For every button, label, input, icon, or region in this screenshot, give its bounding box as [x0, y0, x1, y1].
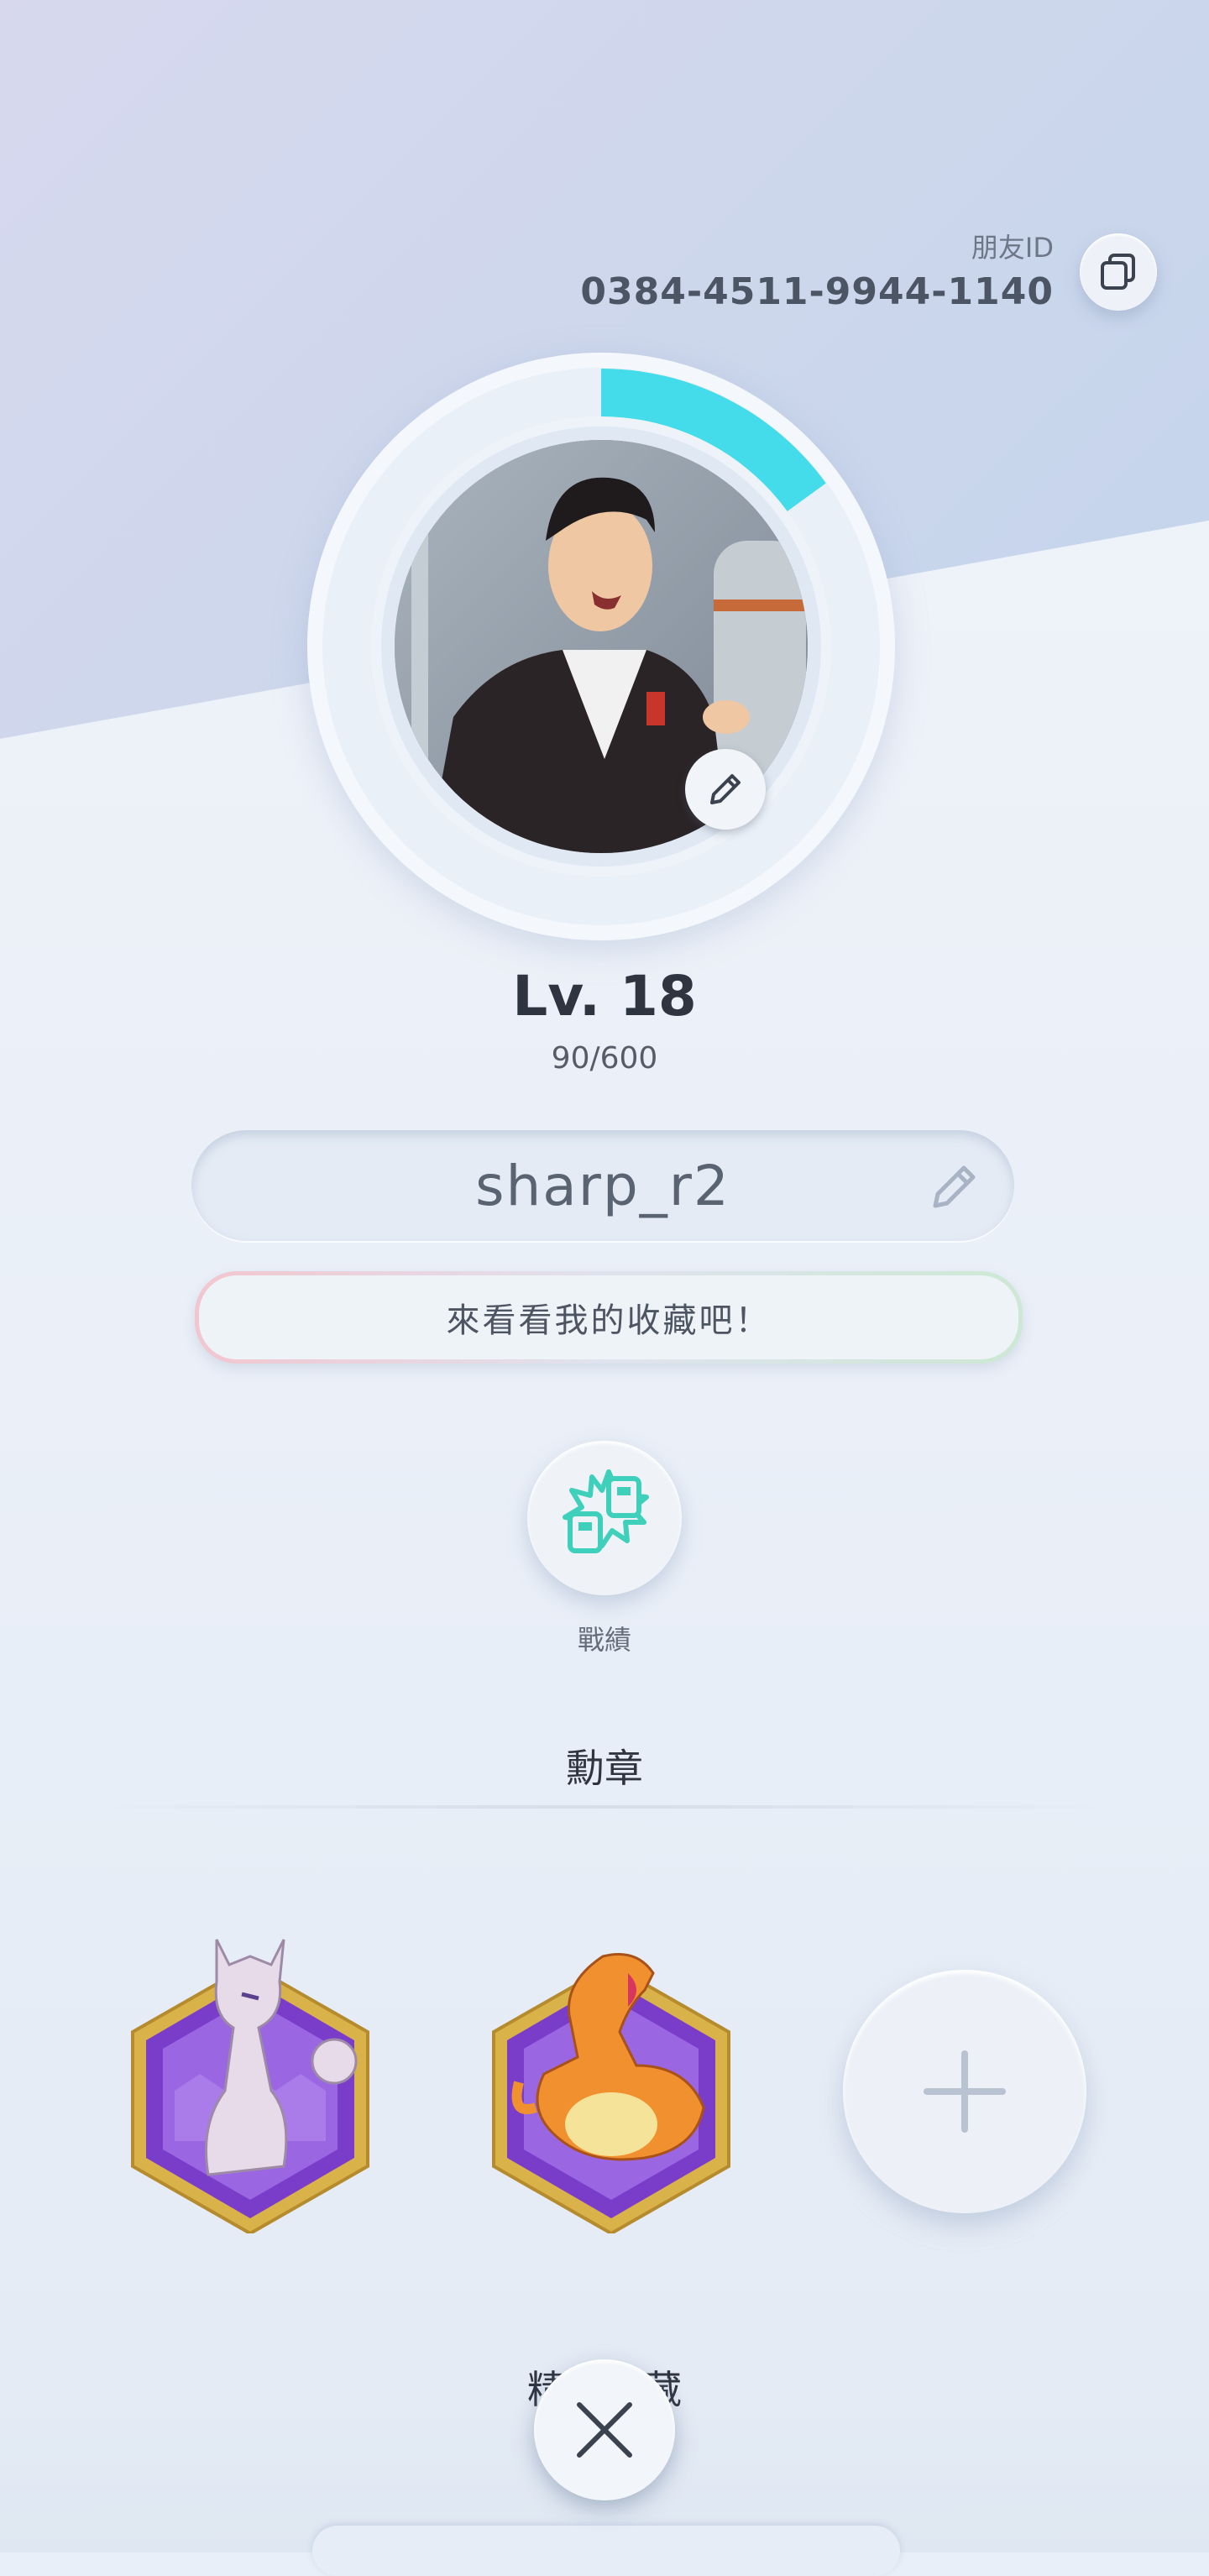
charizard-badge[interactable] — [477, 1940, 746, 2233]
add-badge-button[interactable] — [843, 1970, 1086, 2213]
copy-friend-id-button[interactable] — [1080, 233, 1157, 311]
copy-icon — [1101, 254, 1135, 290]
record-button[interactable] — [527, 1441, 682, 1595]
pencil-icon — [710, 774, 741, 804]
friend-id-label: 朋友ID — [971, 232, 1054, 264]
plus-icon — [924, 2050, 1006, 2133]
friend-id-value: 0384-4511-9944-1140 — [580, 270, 1054, 313]
level-text: Lv. 18 — [512, 964, 697, 1029]
close-icon — [577, 2402, 632, 2458]
bottom-panel-edge — [312, 2526, 900, 2576]
trainer-name: sharp_r2 — [475, 1153, 730, 1218]
exp-text: 90/600 — [551, 1041, 658, 1076]
trainer-name-field[interactable]: sharp_r2 — [191, 1130, 1014, 1241]
badges-title: 勳章 — [566, 1746, 643, 1791]
edit-avatar-button[interactable] — [685, 749, 766, 830]
record-label: 戰績 — [577, 1624, 631, 1656]
mewtwo-badge[interactable] — [116, 1923, 385, 2233]
friend-id-block: 朋友ID 0384-4511-9944-1140 — [580, 227, 1054, 313]
badges-divider — [101, 1805, 1108, 1809]
pencil-icon[interactable] — [925, 1157, 984, 1216]
record-icon — [563, 1469, 649, 1553]
bio-field[interactable]: 來看看我的收藏吧！ — [195, 1271, 1023, 1364]
close-button[interactable] — [534, 2359, 675, 2500]
